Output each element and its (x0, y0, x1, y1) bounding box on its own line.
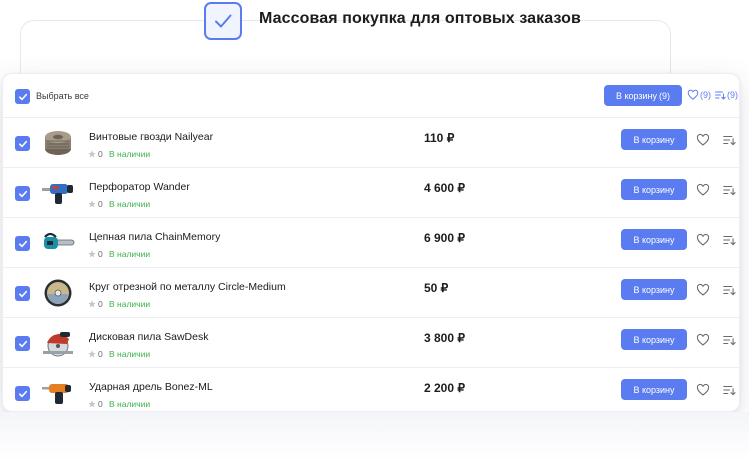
star-icon (88, 400, 96, 408)
table-row: Ударная дрель Bonez-ML 0 В наличии 2 200… (3, 368, 739, 418)
table-row: Перфоратор Wander 0 В наличии 4 600 ₽ В … (3, 168, 739, 218)
compare-icon[interactable] (722, 233, 736, 247)
product-rating: 0 (88, 199, 103, 209)
product-name[interactable]: Круг отрезной по металлу Circle-Medium (89, 281, 286, 293)
check-icon (18, 93, 27, 100)
table-row: Круг отрезной по металлу Circle-Medium 0… (3, 268, 739, 318)
product-rating: 0 (88, 299, 103, 309)
row-checkbox[interactable] (15, 136, 30, 151)
product-name[interactable]: Цепная пила ChainMemory (89, 231, 220, 243)
heart-icon[interactable] (696, 233, 710, 247)
stock-status: В наличии (109, 249, 151, 259)
product-price: 3 800 ₽ (424, 331, 465, 345)
checkmark-badge-icon (204, 2, 242, 40)
product-rating: 0 (88, 349, 103, 359)
favorite-all-button[interactable]: (9) (687, 89, 711, 101)
add-to-cart-button[interactable]: В корзину (621, 279, 687, 300)
stock-status: В наличии (109, 399, 151, 409)
product-price: 2 200 ₽ (424, 381, 465, 395)
add-all-to-cart-label: В корзину (615, 90, 658, 101)
add-to-cart-button[interactable]: В корзину (621, 329, 687, 350)
rating-value: 0 (98, 349, 103, 359)
product-name[interactable]: Дисковая пила SawDesk (89, 331, 208, 343)
rotary-hammer-icon (41, 178, 75, 208)
impact-drill-icon (41, 378, 75, 408)
product-rating: 0 (88, 249, 103, 259)
compare-icon[interactable] (722, 283, 736, 297)
add-to-cart-button[interactable]: В корзину (621, 179, 687, 200)
product-name[interactable]: Винтовые гвозди Nailyear (89, 131, 213, 143)
heart-icon[interactable] (696, 333, 710, 347)
heart-icon (687, 89, 699, 100)
check-icon (18, 190, 27, 197)
bottom-fade (0, 412, 749, 461)
add-all-to-cart-button[interactable]: В корзину (9) (604, 85, 682, 106)
table-row: Цепная пила ChainMemory 0 В наличии 6 90… (3, 218, 739, 268)
compare-count: (9) (727, 90, 738, 100)
star-icon (88, 150, 96, 158)
rating-value: 0 (98, 149, 103, 159)
compare-icon[interactable] (722, 183, 736, 197)
compare-icon[interactable] (722, 133, 736, 147)
compare-icon[interactable] (722, 383, 736, 397)
stock-status: В наличии (109, 199, 151, 209)
table-row: Дисковая пила SawDesk 0 В наличии 3 800 … (3, 318, 739, 368)
product-rating: 0 (88, 399, 103, 409)
table-toolbar: Выбрать все В корзину (9) (9) (9) (3, 74, 739, 118)
check-icon (18, 140, 27, 147)
heart-icon[interactable] (696, 183, 710, 197)
rating-value: 0 (98, 249, 103, 259)
product-table: Выбрать все В корзину (9) (9) (9) Винтов… (2, 73, 740, 412)
table-row: Винтовые гвозди Nailyear 0 В наличии 110… (3, 118, 739, 168)
compare-icon[interactable] (722, 333, 736, 347)
stock-status: В наличии (109, 299, 151, 309)
rating-value: 0 (98, 299, 103, 309)
stock-status: В наличии (109, 149, 151, 159)
heart-icon[interactable] (696, 133, 710, 147)
compare-all-button[interactable]: (9) (714, 89, 738, 101)
page-title: Массовая покупка для оптовых заказов (259, 10, 581, 27)
row-checkbox[interactable] (15, 286, 30, 301)
chainsaw-icon (41, 228, 75, 258)
add-to-cart-button[interactable]: В корзину (621, 129, 687, 150)
star-icon (88, 200, 96, 208)
product-rating: 0 (88, 149, 103, 159)
favorites-count: (9) (700, 90, 711, 100)
heart-icon[interactable] (696, 283, 710, 297)
select-all-checkbox[interactable] (15, 89, 30, 104)
add-to-cart-button[interactable]: В корзину (621, 229, 687, 250)
add-to-cart-button[interactable]: В корзину (621, 379, 687, 400)
star-icon (88, 350, 96, 358)
row-checkbox[interactable] (15, 336, 30, 351)
row-checkbox[interactable] (15, 386, 30, 401)
stock-status: В наличии (109, 349, 151, 359)
add-all-to-cart-count: (9) (659, 90, 671, 101)
product-name[interactable]: Перфоратор Wander (89, 181, 190, 193)
circular-saw-icon (41, 328, 75, 358)
check-icon (18, 240, 27, 247)
compare-icon (715, 91, 726, 100)
select-all-label: Выбрать все (36, 91, 89, 101)
check-icon (18, 340, 27, 347)
product-price: 4 600 ₽ (424, 181, 465, 195)
rating-value: 0 (98, 199, 103, 209)
rating-value: 0 (98, 399, 103, 409)
product-price: 110 ₽ (424, 131, 455, 145)
cutting-disc-icon (41, 278, 75, 308)
heart-icon[interactable] (696, 383, 710, 397)
nails-icon (41, 128, 75, 158)
product-name[interactable]: Ударная дрель Bonez-ML (89, 381, 213, 393)
star-icon (88, 250, 96, 258)
check-icon (18, 390, 27, 397)
product-price: 6 900 ₽ (424, 231, 465, 245)
product-price: 50 ₽ (424, 281, 449, 295)
star-icon (88, 300, 96, 308)
row-checkbox[interactable] (15, 236, 30, 251)
check-icon (18, 290, 27, 297)
row-checkbox[interactable] (15, 186, 30, 201)
